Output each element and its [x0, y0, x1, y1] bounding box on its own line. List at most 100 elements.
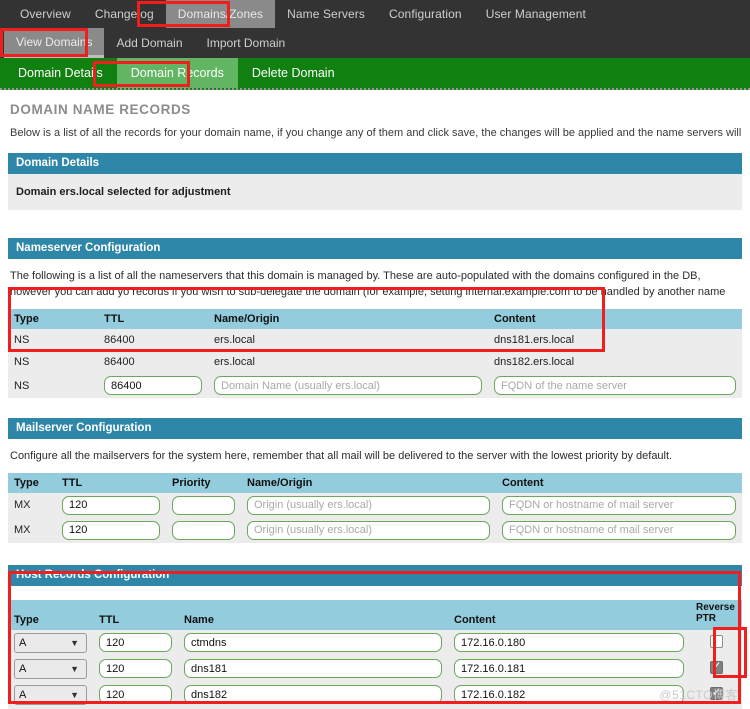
mx-priority-cell [166, 492, 241, 518]
nav-item-name-servers[interactable]: Name Servers [275, 0, 377, 28]
ns-new-name-cell [208, 373, 488, 398]
nav-item-user-management[interactable]: User Management [474, 0, 598, 28]
mx-row-type: MX [8, 492, 56, 518]
host-ttl-cell [93, 655, 178, 682]
reverse-ptr-checkbox[interactable] [709, 659, 723, 674]
host-name-cell [178, 629, 448, 656]
nav-item-domains-zones-label: Domains/Zones [177, 7, 264, 21]
host-records-table-header-row: Type TTL Name Content Reverse PTR [8, 599, 742, 630]
ns-row-name: ers.local [208, 351, 488, 373]
host-ttl-cell [93, 681, 178, 708]
subnav-item-add-domain[interactable]: Add Domain [104, 28, 194, 58]
table-row: NS 86400 ers.local dns182.ers.local [8, 351, 742, 373]
mailserver-ttl-input[interactable] [62, 495, 160, 515]
mailserver-content-input[interactable] [502, 495, 736, 515]
nameserver-ttl-input[interactable] [104, 376, 202, 395]
mailserver-priority-input[interactable] [172, 495, 235, 515]
nameserver-heading: Nameserver Configuration [8, 238, 742, 259]
tab-domain-details-label: Domain Details [18, 66, 103, 80]
host-records-panel: Host Records Configuration [8, 564, 742, 586]
table-row: A ▼ [8, 655, 742, 682]
nameserver-col-content: Content [488, 309, 742, 329]
subnav-item-import-domain[interactable]: Import Domain [195, 28, 298, 58]
host-ttl-input[interactable] [99, 685, 172, 705]
nav-item-name-servers-label: Name Servers [287, 7, 365, 21]
tab-delete-domain-label: Delete Domain [251, 66, 335, 80]
nav-item-overview[interactable]: Overview [8, 0, 83, 28]
host-reverse-ptr-cell [690, 655, 742, 682]
ns-new-row-type: NS [8, 373, 98, 398]
table-row: A ▼ [8, 629, 742, 656]
mailserver-table: Type TTL Priority Name/Origin Content MX… [8, 472, 742, 543]
host-name-input[interactable] [184, 633, 442, 653]
mailserver-content-input[interactable] [502, 520, 736, 540]
host-content-input[interactable] [454, 633, 684, 653]
host-name-input[interactable] [184, 685, 442, 705]
secondary-navigation: View Domains Add Domain Import Domain [0, 28, 750, 58]
ns-row-ttl: 86400 [98, 351, 208, 373]
tab-delete-domain[interactable]: Delete Domain [238, 58, 349, 88]
nameserver-col-ttl: TTL [98, 309, 208, 329]
mx-col-priority: Priority [166, 472, 241, 493]
host-ttl-input[interactable] [99, 659, 172, 679]
host-type-select[interactable]: A [14, 658, 87, 679]
ns-row-type: NS [8, 351, 98, 373]
mx-name-cell [241, 492, 496, 518]
mx-col-content: Content [496, 472, 742, 493]
nav-item-changelog[interactable]: Changelog [83, 0, 166, 28]
host-type-select-wrap: A ▼ [14, 632, 87, 653]
page-title: DOMAIN NAME RECORDS [10, 102, 191, 117]
mx-col-ttl: TTL [56, 472, 166, 493]
nav-item-configuration[interactable]: Configuration [377, 0, 474, 28]
mailserver-ttl-input[interactable] [62, 520, 160, 540]
host-content-cell [448, 629, 690, 656]
host-name-input[interactable] [184, 659, 442, 679]
tab-domain-records[interactable]: Domain Records [116, 58, 238, 88]
nameserver-table-header-row: Type TTL Name/Origin Content [8, 309, 742, 329]
host-records-table: Type TTL Name Content Reverse PTR A ▼ 12… [8, 599, 742, 709]
mailserver-origin-input[interactable] [247, 495, 490, 515]
ns-new-ttl-cell [98, 373, 208, 398]
app-page: Overview Changelog Domains/Zones Name Se… [0, 0, 750, 709]
host-type-cell: A ▼ [8, 681, 93, 708]
table-row: NS [8, 373, 742, 398]
tab-domain-records-label: Domain Records [130, 66, 224, 80]
host-content-cell [448, 655, 690, 682]
tab-domain-details[interactable]: Domain Details [4, 58, 117, 88]
ns-row-ttl: 86400 [98, 329, 208, 351]
subnav-item-view-domains[interactable]: View Domains [4, 28, 105, 58]
host-type-select[interactable]: A [14, 632, 87, 653]
nameserver-col-name: Name/Origin [208, 309, 488, 329]
host-type-select[interactable]: A [14, 684, 87, 705]
host-type-select-wrap: A ▼ [14, 658, 87, 679]
host-ttl-input[interactable] [99, 633, 172, 653]
ns-row-content: dns182.ers.local [488, 351, 742, 373]
mx-content-cell [496, 492, 742, 518]
mx-content-cell [496, 517, 742, 543]
nameserver-name-input[interactable] [214, 376, 482, 395]
mx-col-name: Name/Origin [241, 472, 496, 493]
mx-priority-cell [166, 517, 241, 543]
host-content-input[interactable] [454, 659, 684, 679]
main-content: DOMAIN NAME RECORDS Below is a list of a… [0, 90, 750, 709]
nameserver-content-input[interactable] [494, 376, 736, 395]
host-content-input[interactable] [454, 685, 684, 705]
mailserver-heading: Mailserver Configuration [8, 418, 742, 439]
mx-name-cell [241, 517, 496, 543]
host-type-cell: A ▼ [8, 655, 93, 682]
table-row: MX [8, 517, 742, 543]
host-type-cell: A ▼ [8, 629, 93, 656]
ns-row-type: NS [8, 329, 98, 351]
table-row: A ▼ [8, 681, 742, 708]
ns-new-content-cell [488, 373, 742, 398]
mailserver-description: Configure all the mailservers for the sy… [10, 450, 673, 462]
nav-item-overview-label: Overview [20, 7, 71, 21]
nav-item-domains-zones[interactable]: Domains/Zones [165, 0, 276, 28]
domain-details-heading: Domain Details [8, 153, 742, 174]
watermark-text: @51CTO博客 [659, 688, 738, 702]
mx-row-type: MX [8, 517, 56, 543]
mailserver-origin-input[interactable] [247, 520, 490, 540]
mailserver-priority-input[interactable] [172, 520, 235, 540]
reverse-ptr-checkbox[interactable] [709, 634, 723, 648]
nameserver-col-type: Type [8, 309, 98, 329]
